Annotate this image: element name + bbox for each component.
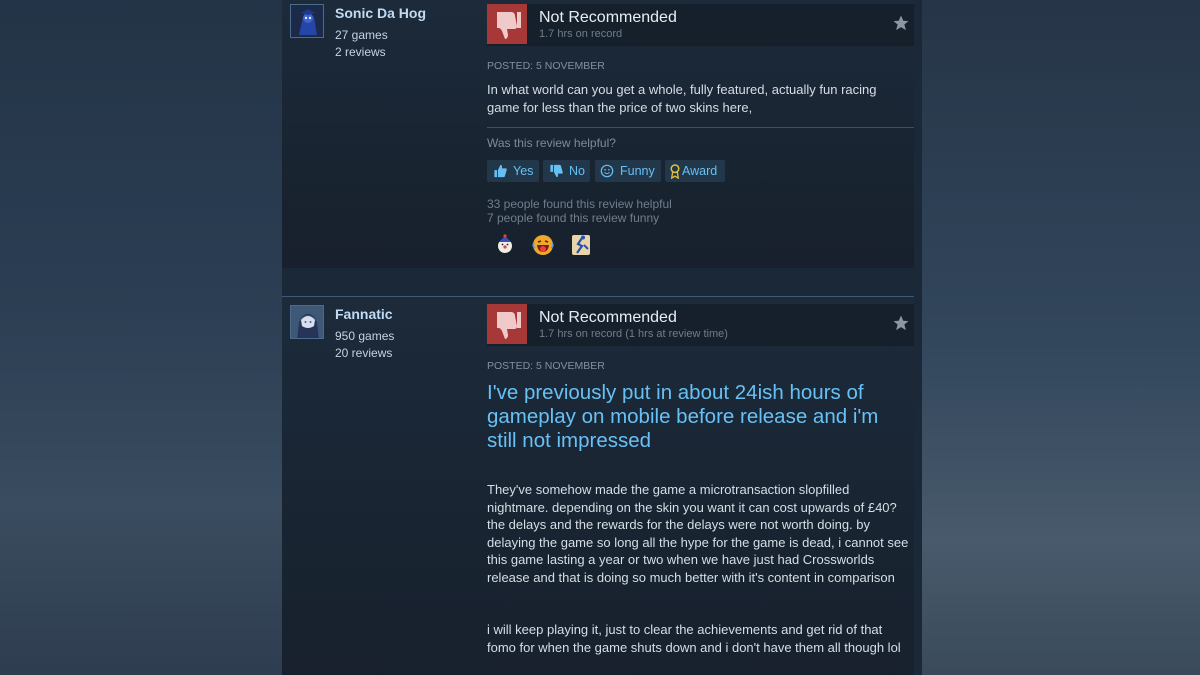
author-reviews-count[interactable]: 20 reviews [335,346,392,360]
background-left [0,0,282,675]
thumb-down-icon [487,4,527,44]
award-button[interactable]: Award [665,160,725,182]
runner-award-icon[interactable] [569,233,593,257]
vote-header[interactable]: Not Recommended 1.7 hrs on record [487,4,914,46]
avatar[interactable] [290,305,324,339]
award-label: Award [682,164,718,178]
hours-on-record: 1.7 hrs on record (1 hrs at review time) [539,328,728,340]
author-games-count[interactable]: 950 games [335,329,394,343]
review-body-paragraph: i will keep playing it, just to clear th… [487,622,901,655]
posted-date: POSTED: 5 NOVEMBER [487,60,605,72]
review-content: Not Recommended 1.7 hrs on record POSTED… [487,4,914,255]
background-right [922,0,1200,675]
no-label: No [569,164,585,178]
star-icon[interactable] [892,314,910,332]
yes-label: Yes [513,164,534,178]
divider [487,127,914,128]
review-verdict[interactable]: Not Recommended [539,309,677,327]
thumb-down-small-icon [550,164,563,178]
no-button[interactable]: No [543,160,590,182]
review-title: I've previously put in about 24ish hours… [487,381,879,452]
posted-date: POSTED: 5 NOVEMBER [487,360,605,372]
funny-label: Funny [620,164,655,178]
review-verdict[interactable]: Not Recommended [539,9,677,27]
review-body-paragraph: They've somehow made the game a microtra… [487,482,909,585]
smiley-icon [600,164,614,178]
clown-award-icon[interactable] [493,233,517,257]
author-name[interactable]: Fannatic [335,306,393,322]
yes-button[interactable]: Yes [487,160,539,182]
hours-on-record: 1.7 hrs on record [539,28,623,40]
star-icon[interactable] [892,14,910,32]
author-games-count[interactable]: 27 games [335,28,388,42]
review-body: In what world can you get a whole, fully… [487,82,877,115]
helpful-question: Was this review helpful? [487,136,616,150]
helpful-count: 33 people found this review helpful [487,197,672,211]
award-ribbon-icon [670,164,680,179]
review-card: Sonic Da Hog 27 games 2 reviews Not Reco… [282,0,914,268]
author-reviews-count[interactable]: 2 reviews [335,45,386,59]
author-name[interactable]: Sonic Da Hog [335,5,426,21]
funny-button[interactable]: Funny [595,160,661,182]
review-card: Fannatic 950 games 20 reviews Not Recomm… [282,296,914,675]
thumb-up-icon [494,164,507,178]
thumb-down-icon [487,304,527,344]
avatar[interactable] [290,4,324,38]
review-content: Not Recommended 1.7 hrs on record (1 hrs… [487,304,914,655]
reviews-column: Sonic Da Hog 27 games 2 reviews Not Reco… [282,0,922,675]
funny-count: 7 people found this review funny [487,211,660,225]
vote-header[interactable]: Not Recommended 1.7 hrs on record (1 hrs… [487,304,914,346]
laughing-award-icon[interactable] [531,233,555,257]
